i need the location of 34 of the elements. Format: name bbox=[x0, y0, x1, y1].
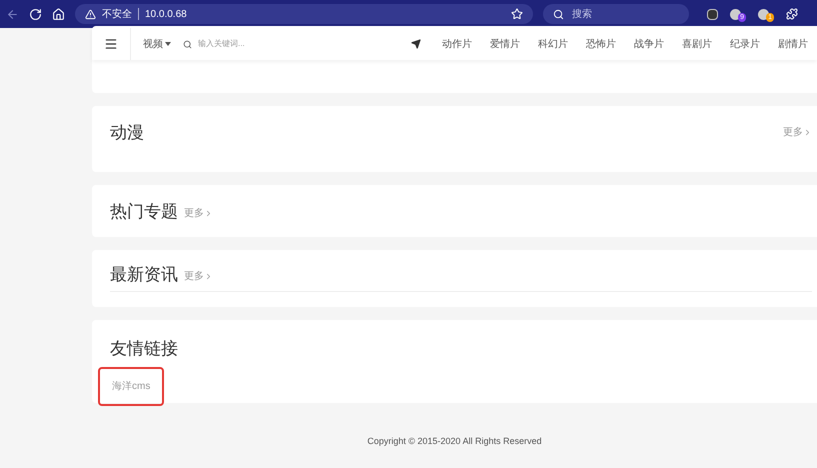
section-title: 动漫 bbox=[110, 122, 144, 144]
url-text: 10.0.0.68 bbox=[145, 8, 187, 22]
section-title: 热门专题 bbox=[110, 201, 178, 222]
search-icon bbox=[553, 8, 564, 20]
extensions-puzzle-icon[interactable] bbox=[786, 8, 798, 20]
nav-link[interactable]: 科幻片 bbox=[529, 36, 577, 52]
chevron-right-icon bbox=[204, 209, 213, 218]
menu-icon[interactable] bbox=[104, 37, 118, 51]
security-label: 不安全 bbox=[102, 8, 132, 22]
nav-link[interactable]: 战争片 bbox=[625, 36, 673, 52]
category-dropdown[interactable]: 视频 bbox=[143, 36, 171, 52]
nav-link[interactable]: 恐怖片 bbox=[577, 36, 625, 52]
search-icon bbox=[183, 40, 192, 48]
home-icon[interactable] bbox=[52, 8, 65, 20]
section-title: 友情链接 bbox=[110, 338, 178, 360]
back-icon[interactable] bbox=[6, 8, 19, 20]
warning-icon bbox=[85, 8, 96, 20]
extension-icon[interactable] bbox=[730, 8, 741, 20]
nav-link[interactable]: 爱情片 bbox=[481, 36, 529, 52]
bookmark-star-icon[interactable] bbox=[511, 8, 523, 20]
chevron-right-icon bbox=[204, 272, 213, 282]
nav-link[interactable]: 纪录片 bbox=[721, 36, 769, 52]
extension-icon[interactable] bbox=[707, 8, 718, 20]
nav-link[interactable]: 喜剧片 bbox=[673, 36, 721, 52]
extension-icon[interactable] bbox=[758, 8, 769, 20]
section-title: 最新资讯 bbox=[110, 264, 178, 286]
reload-icon[interactable] bbox=[29, 8, 42, 20]
address-bar[interactable]: 不安全 10.0.0.68 bbox=[75, 4, 533, 24]
search-field[interactable]: 搜索 bbox=[543, 4, 689, 24]
copyright-text: Copyright © 2015-2020 All Rights Reserved bbox=[366, 435, 543, 448]
chevron-right-icon bbox=[803, 128, 812, 138]
nav-link[interactable]: 动作片 bbox=[433, 36, 481, 52]
nav-link[interactable]: 剧情片 bbox=[769, 36, 817, 52]
send-icon[interactable] bbox=[411, 39, 421, 49]
